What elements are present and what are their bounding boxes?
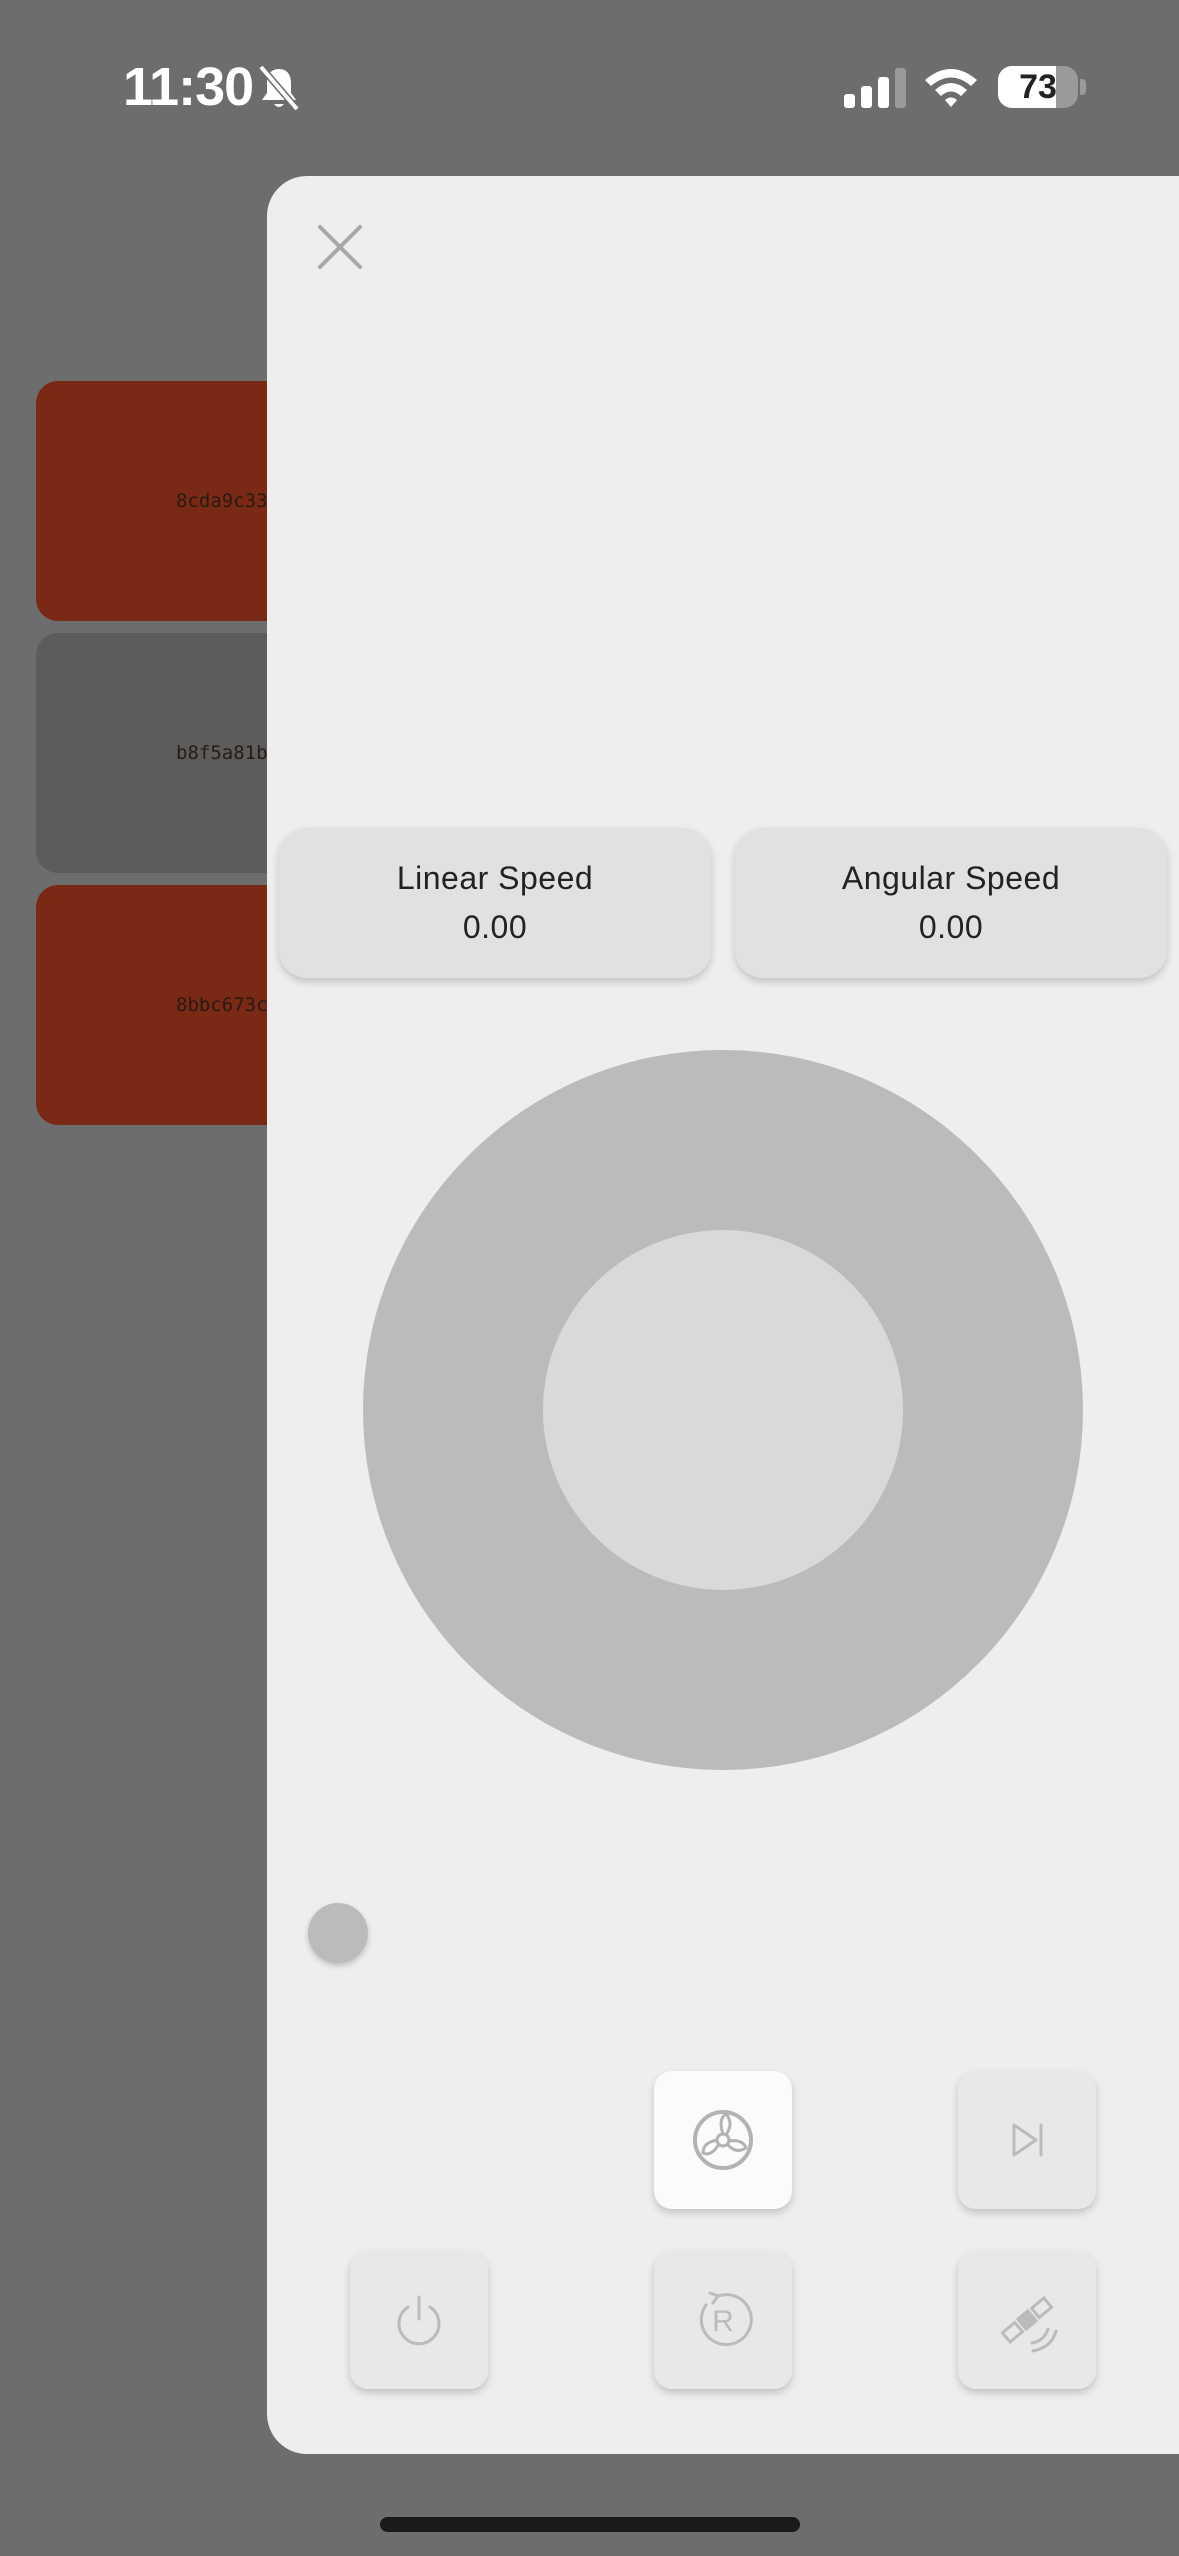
close-icon[interactable] (315, 222, 365, 272)
angular-speed-label: Angular Speed (841, 860, 1061, 896)
svg-text:R: R (712, 2305, 734, 2338)
battery-percent: 73 (1019, 68, 1057, 106)
status-time: 11:30 (123, 57, 254, 117)
skip-forward-icon (1012, 2123, 1043, 2157)
reset-button[interactable]: R (654, 2251, 792, 2389)
skip-forward-button[interactable] (958, 2071, 1096, 2209)
joystick-knob[interactable] (543, 1230, 903, 1590)
satellite-icon (1000, 2295, 1058, 2353)
battery-nub (1080, 79, 1086, 95)
reset-r-icon: R (699, 2291, 753, 2347)
angular-speed-card: Angular Speed 0.00 (735, 828, 1167, 978)
fan-icon (693, 2110, 753, 2170)
satellite-button[interactable] (958, 2251, 1096, 2389)
device-card-id: 8cda9c33 (176, 490, 268, 512)
angular-speed-value: 0.00 (918, 909, 984, 945)
fan-button[interactable] (654, 2071, 792, 2209)
device-card-id: 8bbc673c (176, 994, 268, 1016)
power-icon (397, 2295, 441, 2346)
linear-speed-value: 0.00 (462, 909, 528, 945)
cellular-signal-icon (844, 68, 906, 108)
home-indicator[interactable] (380, 2517, 800, 2532)
linear-speed-card: Linear Speed 0.00 (279, 828, 711, 978)
linear-speed-label: Linear Speed (396, 860, 594, 896)
power-button[interactable] (350, 2251, 488, 2389)
battery-indicator: 73 (998, 66, 1078, 108)
status-dot-toggle[interactable] (308, 1903, 368, 1963)
device-card-id: b8f5a81b (176, 742, 268, 764)
wifi-icon (925, 69, 977, 107)
bell-muted-icon (258, 64, 300, 112)
